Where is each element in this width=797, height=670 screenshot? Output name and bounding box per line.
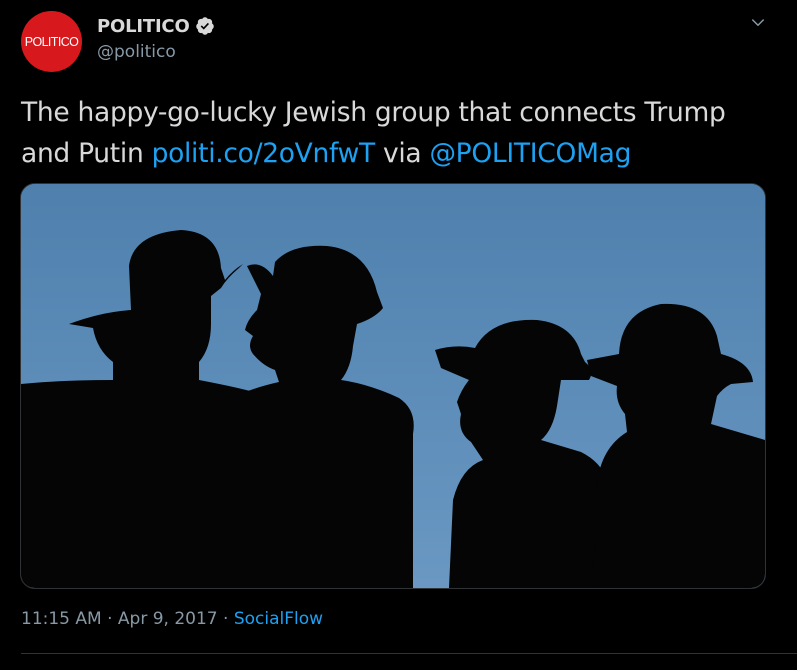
avatar[interactable]: POLITICO <box>21 11 82 72</box>
tweet-text-via: via <box>374 138 430 169</box>
meta-separator-2: · <box>217 609 234 629</box>
account-handle[interactable]: @politico <box>97 42 176 62</box>
photo-icon <box>21 184 765 588</box>
chevron-down-icon[interactable] <box>749 14 767 32</box>
avatar-logo-text: POLITICO <box>24 34 79 49</box>
tweet-mention[interactable]: @POLITICOMag <box>429 138 631 169</box>
account-name-row: POLITICO <box>97 14 215 38</box>
tweet-date[interactable]: Apr 9, 2017 <box>118 609 218 629</box>
verified-badge-icon <box>195 17 214 35</box>
meta-separator: · <box>101 609 118 629</box>
tweet-time[interactable]: 11:15 AM <box>21 609 102 629</box>
tweet-text: The happy-go-lucky Jewish group that con… <box>21 92 781 174</box>
tweet-source[interactable]: SocialFlow <box>234 609 323 629</box>
tweet-photo[interactable] <box>20 183 766 589</box>
display-name[interactable]: POLITICO <box>97 16 190 37</box>
tweet-link[interactable]: politi.co/2oVnfwT <box>152 138 376 169</box>
tweet-meta: 11:15 AM · Apr 9, 2017 · SocialFlow <box>21 609 323 629</box>
divider <box>21 653 797 654</box>
tweet-card: POLITICO POLITICO @politico The happy-go… <box>0 0 797 670</box>
